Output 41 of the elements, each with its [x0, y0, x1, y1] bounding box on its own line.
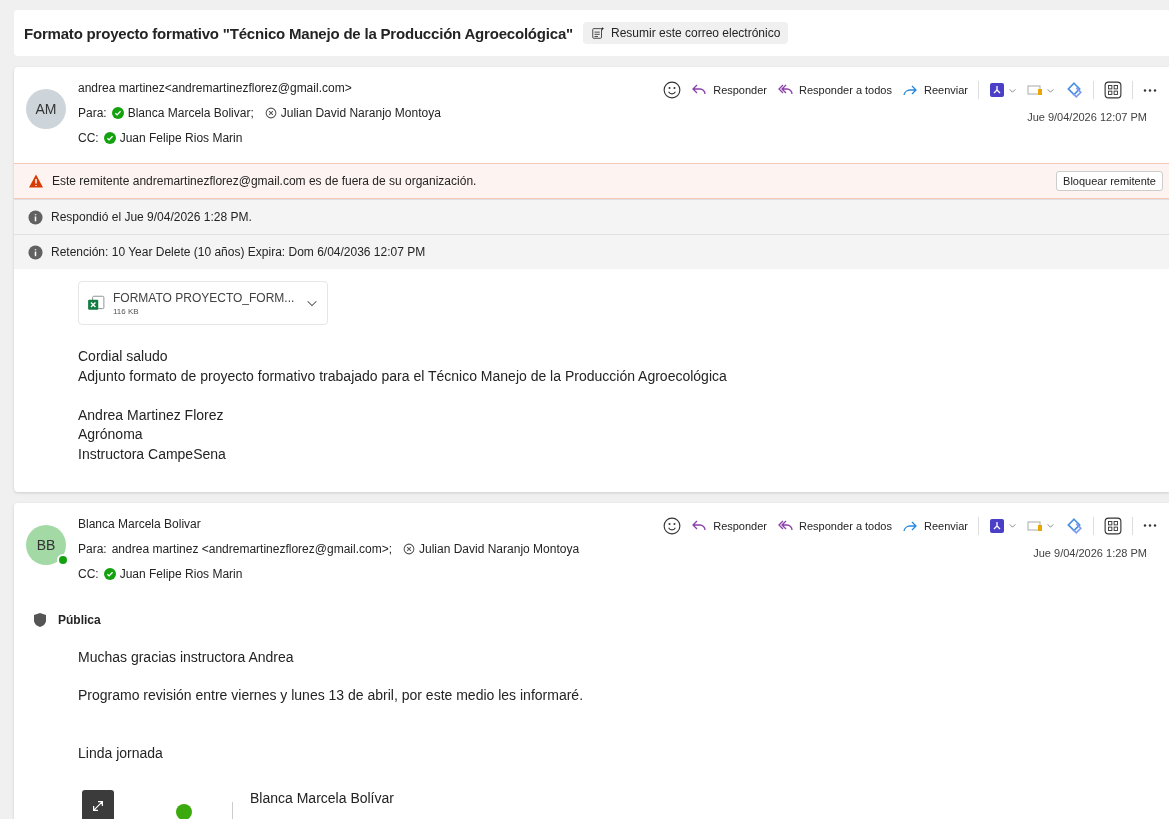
banner-text: Retención: 10 Year Delete (10 años) Expira: Dom 6/04/2036 12:07 PM — [51, 245, 427, 259]
attachment-name: FORMATO PROYECTO_FORM... — [113, 290, 296, 305]
message-date: Jue 9/04/2026 12:07 PM — [1027, 111, 1147, 123]
body-text: Agrónoma — [78, 425, 144, 444]
body-text: Linda jornada — [78, 743, 164, 763]
body-text: Programo revisión entre viernes y lunes 13 de abril, por este medio les informaré. — [78, 686, 585, 705]
avatar: AM — [26, 89, 66, 129]
body-text: Instructora CampeSena — [78, 444, 227, 464]
recipient-name[interactable]: Blanca Marcela Bolivar; — [127, 106, 254, 120]
summarize-button[interactable]: Resumir este correo electrónico — [582, 22, 789, 44]
sender-name[interactable]: Blanca Marcela Bolivar — [78, 516, 201, 531]
reply-button[interactable]: Responder — [691, 82, 767, 98]
reply-all-button[interactable]: Responder a todos — [777, 82, 892, 98]
recipient-name[interactable]: Julian David Naranjo Montoya — [280, 106, 441, 120]
reply-all-button[interactable]: Responder a todos — [777, 517, 892, 534]
sender-name[interactable]: andrea martinez<andremartinezflorez@gmail.com> — [78, 81, 352, 95]
reply-button[interactable]: Responder — [691, 517, 767, 534]
attachment-size: 116 KB — [113, 306, 140, 316]
signature-name: Blanca Marcela Bolívar — [250, 790, 394, 807]
body-text: Adjunto formato de proyecto formativo trabajado para el Técnico Manejo de la Producción Agroecológica — [78, 366, 728, 386]
body-text: Andrea Martinez Florez — [78, 405, 225, 425]
cc-label: CC: — [78, 131, 99, 145]
recipient-name[interactable]: Julian David Naranjo Montoya — [419, 541, 580, 556]
block-sender-button[interactable]: Bloquear remitente — [1056, 171, 1163, 191]
message-date: Jue 9/04/2026 1:28 PM — [1033, 546, 1147, 559]
to-label: Para: — [78, 541, 107, 556]
cc-label: CC: — [78, 566, 99, 581]
to-label: Para: — [78, 106, 107, 120]
sensitivity-label: Pública — [58, 612, 101, 627]
recipient-name[interactable]: Juan Felipe Rios Marin — [119, 131, 243, 145]
subject-title: Formato proyecto formativo "Técnico Manejo de la Producción Agroecológica" — [24, 24, 573, 42]
forward-button[interactable]: Reenviar — [901, 82, 968, 98]
banner-text: Respondió el Jue 9/04/2026 1:28 PM. — [51, 210, 253, 224]
banner-text: Este remitente andremartinezflorez@gmail.com es de fuera de su organización. — [52, 174, 478, 188]
body-text: Cordial saludo — [78, 347, 169, 366]
recipient-name[interactable]: Juan Felipe Rios Marin — [119, 566, 243, 581]
forward-button[interactable]: Reenviar — [901, 517, 968, 534]
avatar: BB — [26, 524, 66, 565]
recipient-name[interactable]: andrea martinez <andremartinezflorez@gmail.com>; — [111, 541, 392, 556]
attachment-card[interactable]: FORMATO PROYECTO_FORM... 116 KB — [78, 281, 328, 325]
body-text: Muchas gracias instructora Andrea — [78, 647, 295, 667]
